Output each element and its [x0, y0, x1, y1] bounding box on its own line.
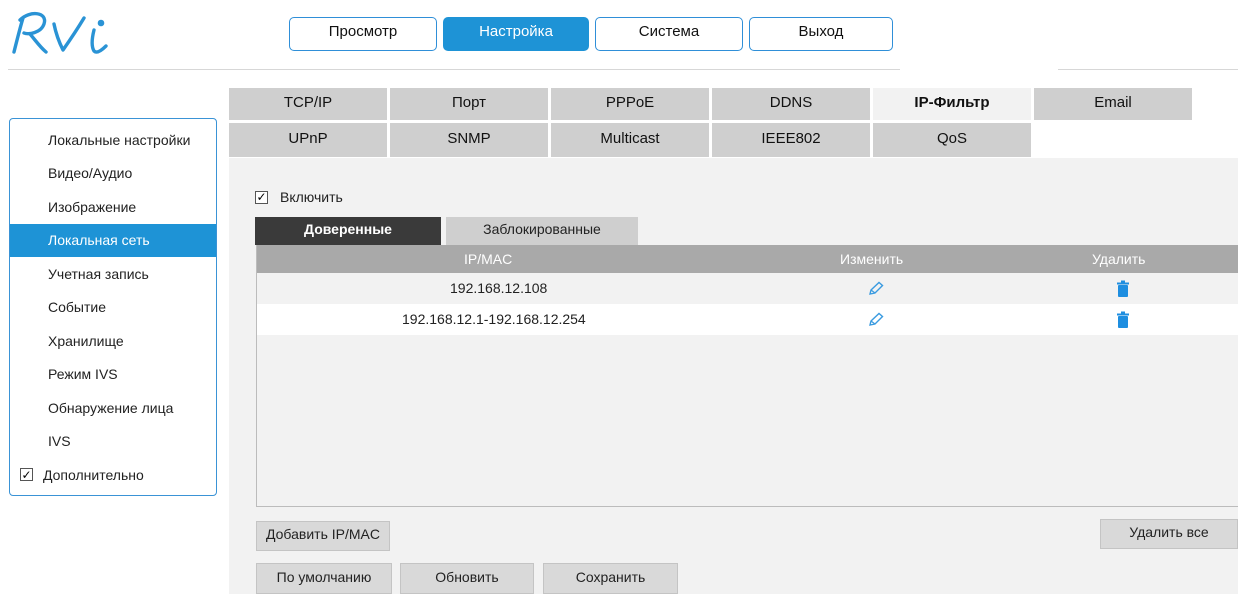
- subtabs-row-1: TCP/IP Порт PPPoE DDNS IP-Фильтр Email: [229, 88, 1238, 120]
- top-navigation: Просмотр Настройка Система Выход: [289, 17, 893, 51]
- network-subtabs: TCP/IP Порт PPPoE DDNS IP-Фильтр Email U…: [229, 88, 1238, 158]
- tab-ieee802[interactable]: IEEE802: [712, 123, 870, 157]
- advanced-label: Дополнительно: [43, 466, 144, 483]
- tab-ddns[interactable]: DDNS: [712, 88, 870, 120]
- delete-all-button[interactable]: Удалить все: [1100, 519, 1238, 549]
- table-header: IP/MAC Изменить Удалить: [257, 245, 1238, 273]
- rvi-logo: [8, 6, 138, 68]
- sidebar-item-image[interactable]: Изображение: [10, 190, 216, 224]
- nav-settings-button[interactable]: Настройка: [443, 17, 589, 51]
- table-row: 192.168.12.108: [257, 273, 1238, 304]
- sidebar-item-event[interactable]: Событие: [10, 291, 216, 325]
- ip-filter-table: IP/MAC Изменить Удалить 192.168.12.108 1…: [256, 245, 1238, 507]
- default-button[interactable]: По умолчанию: [256, 563, 392, 594]
- column-delete: Удалить: [1092, 251, 1146, 267]
- enable-label: Включить: [280, 189, 343, 205]
- sidebar-item-video-audio[interactable]: Видео/Аудио: [10, 157, 216, 191]
- header-divider: [8, 69, 900, 70]
- advanced-checkbox[interactable]: ✓: [20, 468, 33, 482]
- save-button[interactable]: Сохранить: [543, 563, 678, 594]
- sidebar-item-face-detection[interactable]: Обнаружение лица: [10, 391, 216, 425]
- tab-ip-filter[interactable]: IP-Фильтр: [873, 88, 1031, 120]
- tab-qos[interactable]: QoS: [873, 123, 1031, 157]
- header-divider-right: [1058, 69, 1238, 70]
- sidebar-item-storage[interactable]: Хранилище: [10, 324, 216, 358]
- settings-sidebar: Локальные настройки Видео/Аудио Изображе…: [9, 118, 217, 496]
- enable-checkbox[interactable]: ✓: [255, 190, 268, 204]
- subtabs-row-2: UPnP SNMP Multicast IEEE802 QoS: [229, 123, 1238, 157]
- nav-view-button[interactable]: Просмотр: [289, 17, 437, 51]
- tab-upnp[interactable]: UPnP: [229, 123, 387, 157]
- sidebar-item-advanced[interactable]: ✓ Дополнительно: [10, 458, 216, 492]
- sidebar-item-ivs[interactable]: IVS: [10, 425, 216, 459]
- refresh-button[interactable]: Обновить: [400, 563, 534, 594]
- sidebar-item-account[interactable]: Учетная запись: [10, 257, 216, 291]
- tab-multicast[interactable]: Multicast: [551, 123, 709, 157]
- tab-trusted[interactable]: Доверенные: [255, 217, 441, 245]
- column-edit: Изменить: [840, 251, 904, 267]
- sidebar-item-network[interactable]: Локальная сеть: [10, 223, 216, 257]
- tab-email[interactable]: Email: [1034, 88, 1192, 120]
- nav-system-button[interactable]: Система: [595, 17, 743, 51]
- row-ip: 192.168.12.1-192.168.12.254: [402, 311, 586, 327]
- tab-tcpip[interactable]: TCP/IP: [229, 88, 387, 120]
- add-ipmac-button[interactable]: Добавить IP/MAC: [256, 521, 390, 551]
- edit-pencil-icon[interactable]: [867, 312, 885, 328]
- tab-port[interactable]: Порт: [390, 88, 548, 120]
- tab-blocked[interactable]: Заблокированные: [446, 217, 638, 245]
- edit-pencil-icon[interactable]: [867, 281, 885, 297]
- delete-trash-icon[interactable]: [1116, 311, 1130, 329]
- column-ipmac: IP/MAC: [464, 251, 513, 267]
- table-row: 192.168.12.1-192.168.12.254: [257, 304, 1238, 335]
- list-type-tabs: Доверенные Заблокированные: [255, 217, 638, 245]
- tab-snmp[interactable]: SNMP: [390, 123, 548, 157]
- delete-trash-icon[interactable]: [1116, 280, 1130, 298]
- tab-pppoe[interactable]: PPPoE: [551, 88, 709, 120]
- nav-logout-button[interactable]: Выход: [749, 17, 893, 51]
- enable-option[interactable]: ✓ Включить: [255, 189, 343, 205]
- row-ip: 192.168.12.108: [450, 280, 548, 296]
- sidebar-item-local-settings[interactable]: Локальные настройки: [10, 123, 216, 157]
- rvi-logo-graphic: [12, 12, 108, 54]
- sidebar-item-ivs-mode[interactable]: Режим IVS: [10, 358, 216, 392]
